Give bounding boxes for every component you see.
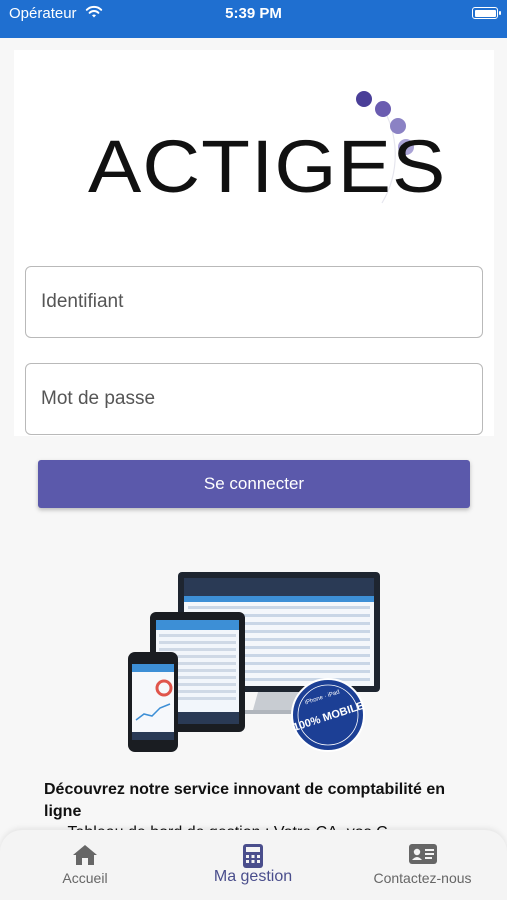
contact-card-icon — [408, 844, 437, 864]
status-time: 5:39 PM — [225, 5, 282, 22]
tab-contactez-nous[interactable]: Contactez-nous — [355, 830, 490, 900]
calculator-icon — [243, 844, 263, 868]
promo-headline: Découvrez notre service innovant de comp… — [44, 781, 445, 820]
tab-ma-gestion[interactable]: Ma gestion — [188, 830, 318, 900]
logo-text: ACTIGES — [88, 125, 447, 208]
tab-contactez-nous-label: Contactez-nous — [373, 870, 472, 886]
home-icon — [73, 845, 97, 865]
username-input[interactable] — [26, 267, 482, 337]
password-field[interactable] — [25, 363, 483, 435]
battery-icon — [472, 7, 501, 19]
username-field[interactable] — [25, 266, 483, 338]
password-input[interactable] — [26, 364, 482, 434]
logo-dot — [375, 101, 391, 117]
tab-accueil-label: Accueil — [62, 870, 108, 886]
tab-ma-gestion-label: Ma gestion — [213, 868, 293, 885]
logo-dot — [356, 91, 372, 107]
status-bar: Opérateur 5:39 PM — [0, 0, 507, 38]
tab-bar: Accueil Ma gestion Contactez-nous — [0, 830, 507, 900]
tab-accueil[interactable]: Accueil — [20, 830, 150, 900]
actiges-logo: ACTIGES — [82, 88, 445, 223]
devices-illustration: 100% MOBILE iPhone · iPad — [128, 572, 380, 752]
login-button[interactable]: Se connecter — [38, 460, 470, 508]
